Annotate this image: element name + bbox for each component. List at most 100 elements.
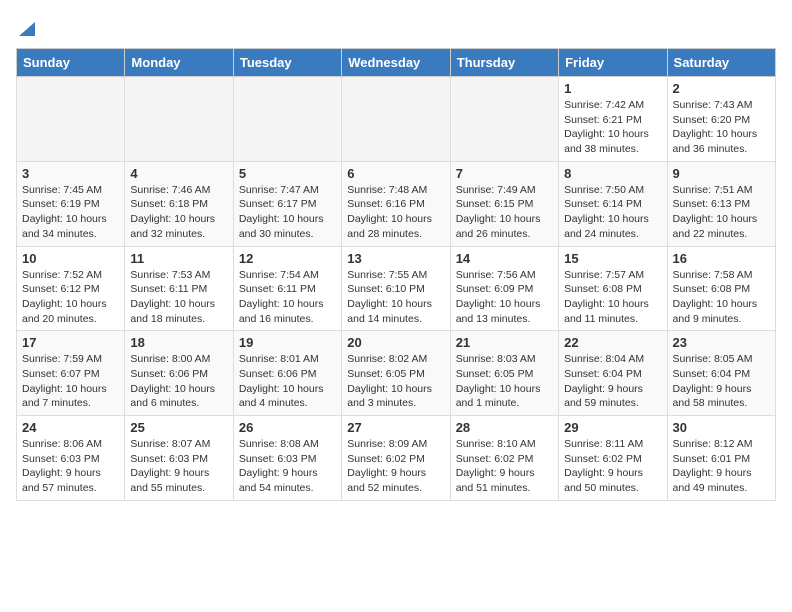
day-number: 18 [130, 335, 227, 350]
day-number: 8 [564, 166, 661, 181]
day-info: Sunrise: 7:55 AMSunset: 6:10 PMDaylight:… [347, 268, 444, 327]
calendar-cell: 29 Sunrise: 8:11 AMSunset: 6:02 PMDayligh… [559, 416, 667, 501]
day-number: 1 [564, 81, 661, 96]
calendar-cell: 12 Sunrise: 7:54 AMSunset: 6:11 PMDayligh… [233, 246, 341, 331]
day-info: Sunrise: 7:54 AMSunset: 6:11 PMDaylight:… [239, 268, 336, 327]
calendar-cell: 21 Sunrise: 8:03 AMSunset: 6:05 PMDayligh… [450, 331, 558, 416]
calendar-cell: 24 Sunrise: 8:06 AMSunset: 6:03 PMDayligh… [17, 416, 125, 501]
calendar-cell: 14 Sunrise: 7:56 AMSunset: 6:09 PMDayligh… [450, 246, 558, 331]
day-info: Sunrise: 8:05 AMSunset: 6:04 PMDaylight:… [673, 352, 770, 411]
day-number: 26 [239, 420, 336, 435]
day-info: Sunrise: 7:50 AMSunset: 6:14 PMDaylight:… [564, 183, 661, 242]
logo [16, 16, 35, 36]
day-number: 27 [347, 420, 444, 435]
day-number: 19 [239, 335, 336, 350]
calendar-cell: 7 Sunrise: 7:49 AMSunset: 6:15 PMDaylight… [450, 161, 558, 246]
calendar-cell: 20 Sunrise: 8:02 AMSunset: 6:05 PMDayligh… [342, 331, 450, 416]
calendar-week-row: 1 Sunrise: 7:42 AMSunset: 6:21 PMDaylight… [17, 77, 776, 162]
day-info: Sunrise: 7:53 AMSunset: 6:11 PMDaylight:… [130, 268, 227, 327]
day-number: 3 [22, 166, 119, 181]
calendar-cell: 27 Sunrise: 8:09 AMSunset: 6:02 PMDayligh… [342, 416, 450, 501]
day-number: 7 [456, 166, 553, 181]
day-info: Sunrise: 7:56 AMSunset: 6:09 PMDaylight:… [456, 268, 553, 327]
day-info: Sunrise: 8:10 AMSunset: 6:02 PMDaylight:… [456, 437, 553, 496]
calendar-cell: 2 Sunrise: 7:43 AMSunset: 6:20 PMDaylight… [667, 77, 775, 162]
day-info: Sunrise: 7:58 AMSunset: 6:08 PMDaylight:… [673, 268, 770, 327]
calendar-cell: 4 Sunrise: 7:46 AMSunset: 6:18 PMDaylight… [125, 161, 233, 246]
weekday-header-monday: Monday [125, 49, 233, 77]
calendar-week-row: 10 Sunrise: 7:52 AMSunset: 6:12 PMDayligh… [17, 246, 776, 331]
calendar-cell: 28 Sunrise: 8:10 AMSunset: 6:02 PMDayligh… [450, 416, 558, 501]
weekday-header-tuesday: Tuesday [233, 49, 341, 77]
day-number: 20 [347, 335, 444, 350]
calendar-cell: 25Sunrise: 8:07 AMSunset: 6:03 PMDayligh… [125, 416, 233, 501]
weekday-header-saturday: Saturday [667, 49, 775, 77]
calendar-table: SundayMondayTuesdayWednesdayThursdayFrid… [16, 48, 776, 501]
day-info: Sunrise: 7:45 AMSunset: 6:19 PMDaylight:… [22, 183, 119, 242]
calendar-cell [125, 77, 233, 162]
day-number: 9 [673, 166, 770, 181]
calendar-header-row: SundayMondayTuesdayWednesdayThursdayFrid… [17, 49, 776, 77]
calendar-cell: 23 Sunrise: 8:05 AMSunset: 6:04 PMDayligh… [667, 331, 775, 416]
day-info: Sunrise: 8:01 AMSunset: 6:06 PMDaylight:… [239, 352, 336, 411]
day-number: 29 [564, 420, 661, 435]
day-number: 25 [130, 420, 227, 435]
day-number: 11 [130, 251, 227, 266]
day-info: Sunrise: 7:42 AMSunset: 6:21 PMDaylight:… [564, 98, 661, 157]
day-info: Sunrise: 7:51 AMSunset: 6:13 PMDaylight:… [673, 183, 770, 242]
calendar-cell: 26Sunrise: 8:08 AMSunset: 6:03 PMDayligh… [233, 416, 341, 501]
calendar-cell: 18 Sunrise: 8:00 AMSunset: 6:06 PMDayligh… [125, 331, 233, 416]
calendar-cell: 15 Sunrise: 7:57 AMSunset: 6:08 PMDayligh… [559, 246, 667, 331]
calendar-cell: 1 Sunrise: 7:42 AMSunset: 6:21 PMDaylight… [559, 77, 667, 162]
day-info: Sunrise: 8:02 AMSunset: 6:05 PMDaylight:… [347, 352, 444, 411]
calendar-cell: 22 Sunrise: 8:04 AMSunset: 6:04 PMDayligh… [559, 331, 667, 416]
day-info: Sunrise: 8:09 AMSunset: 6:02 PMDaylight:… [347, 437, 444, 496]
day-number: 14 [456, 251, 553, 266]
calendar-cell: 5Sunrise: 7:47 AMSunset: 6:17 PMDaylight… [233, 161, 341, 246]
day-info: Sunrise: 8:06 AMSunset: 6:03 PMDaylight:… [22, 437, 119, 496]
calendar-week-row: 17Sunrise: 7:59 AMSunset: 6:07 PMDayligh… [17, 331, 776, 416]
day-info: Sunrise: 8:00 AMSunset: 6:06 PMDaylight:… [130, 352, 227, 411]
day-number: 16 [673, 251, 770, 266]
calendar-cell: 19 Sunrise: 8:01 AMSunset: 6:06 PMDayligh… [233, 331, 341, 416]
day-number: 6 [347, 166, 444, 181]
day-info: Sunrise: 8:03 AMSunset: 6:05 PMDaylight:… [456, 352, 553, 411]
calendar-week-row: 3 Sunrise: 7:45 AMSunset: 6:19 PMDaylight… [17, 161, 776, 246]
day-info: Sunrise: 8:11 AMSunset: 6:02 PMDaylight:… [564, 437, 661, 496]
day-info: Sunrise: 7:46 AMSunset: 6:18 PMDaylight:… [130, 183, 227, 242]
day-info: Sunrise: 7:52 AMSunset: 6:12 PMDaylight:… [22, 268, 119, 327]
day-info: Sunrise: 7:59 AMSunset: 6:07 PMDaylight:… [22, 352, 119, 411]
weekday-header-thursday: Thursday [450, 49, 558, 77]
day-number: 4 [130, 166, 227, 181]
calendar-cell [342, 77, 450, 162]
calendar-cell [450, 77, 558, 162]
day-info: Sunrise: 7:57 AMSunset: 6:08 PMDaylight:… [564, 268, 661, 327]
day-info: Sunrise: 7:43 AMSunset: 6:20 PMDaylight:… [673, 98, 770, 157]
day-number: 24 [22, 420, 119, 435]
day-info: Sunrise: 7:49 AMSunset: 6:15 PMDaylight:… [456, 183, 553, 242]
day-info: Sunrise: 8:04 AMSunset: 6:04 PMDaylight:… [564, 352, 661, 411]
day-number: 30 [673, 420, 770, 435]
weekday-header-friday: Friday [559, 49, 667, 77]
day-number: 2 [673, 81, 770, 96]
day-info: Sunrise: 7:48 AMSunset: 6:16 PMDaylight:… [347, 183, 444, 242]
day-number: 5 [239, 166, 336, 181]
calendar-cell [17, 77, 125, 162]
calendar-cell: 16 Sunrise: 7:58 AMSunset: 6:08 PMDayligh… [667, 246, 775, 331]
calendar-cell: 11 Sunrise: 7:53 AMSunset: 6:11 PMDayligh… [125, 246, 233, 331]
day-number: 22 [564, 335, 661, 350]
day-number: 12 [239, 251, 336, 266]
day-number: 21 [456, 335, 553, 350]
day-number: 15 [564, 251, 661, 266]
calendar-cell: 8 Sunrise: 7:50 AMSunset: 6:14 PMDaylight… [559, 161, 667, 246]
day-number: 28 [456, 420, 553, 435]
calendar-cell: 30Sunrise: 8:12 AMSunset: 6:01 PMDayligh… [667, 416, 775, 501]
day-number: 10 [22, 251, 119, 266]
weekday-header-sunday: Sunday [17, 49, 125, 77]
page-header [16, 16, 776, 36]
calendar-cell: 17Sunrise: 7:59 AMSunset: 6:07 PMDayligh… [17, 331, 125, 416]
calendar-cell: 10 Sunrise: 7:52 AMSunset: 6:12 PMDayligh… [17, 246, 125, 331]
day-number: 13 [347, 251, 444, 266]
day-number: 23 [673, 335, 770, 350]
calendar-cell: 9 Sunrise: 7:51 AMSunset: 6:13 PMDaylight… [667, 161, 775, 246]
